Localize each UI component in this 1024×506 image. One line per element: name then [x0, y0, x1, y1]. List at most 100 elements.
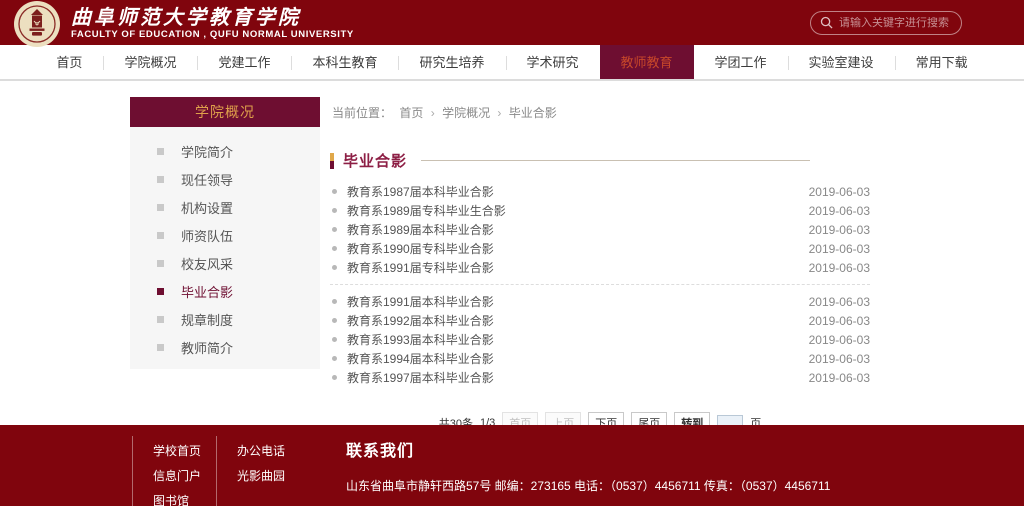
news-date: 2019-06-03 — [809, 185, 870, 199]
news-title[interactable]: 教育系1997届本科毕业合影 — [347, 369, 809, 386]
news-title[interactable]: 教育系1989届本科毕业合影 — [347, 221, 809, 238]
section-accent-bar — [330, 153, 334, 169]
seal-icon — [13, 0, 61, 48]
search-icon — [820, 16, 833, 29]
sidebar: 学院概况 学院简介 现任领导 机构设置 — [130, 97, 320, 369]
dot-bullet-icon — [332, 208, 337, 213]
news-row[interactable]: 教育系1989届专科毕业生合影 2019-06-03 — [330, 201, 870, 220]
dot-bullet-icon — [332, 375, 337, 380]
sidebar-item-label: 规章制度 — [181, 310, 233, 329]
news-title[interactable]: 教育系1989届专科毕业生合影 — [347, 202, 809, 219]
nav-item[interactable]: 教师教育 — [600, 45, 694, 79]
dot-bullet-icon — [332, 265, 337, 270]
site-header: 曲阜师范大学教育学院 FACULTY OF EDUCATION , QUFU N… — [0, 0, 1024, 45]
site-footer: 学校首页 信息门户 图书馆 办公电话 光影曲园 联系我们 山东省曲阜市静轩西路5… — [0, 425, 1024, 506]
dot-bullet-icon — [332, 227, 337, 232]
nav-item[interactable]: 党建工作 — [197, 45, 291, 79]
search-box[interactable] — [810, 11, 962, 35]
news-row[interactable]: 教育系1987届本科毕业合影 2019-06-03 — [330, 182, 870, 201]
dot-bullet-icon — [332, 356, 337, 361]
footer-link[interactable]: 图书馆 — [153, 489, 216, 506]
news-row[interactable]: 教育系1991届本科毕业合影 2019-06-03 — [330, 292, 870, 311]
site-title-cn: 曲阜师范大学教育学院 — [71, 6, 354, 28]
nav-item[interactable]: 研究生培养 — [398, 45, 505, 79]
sidebar-item-label: 现任领导 — [181, 170, 233, 189]
news-group-1: 教育系1987届本科毕业合影 2019-06-03 教育系1989届专科毕业生合… — [330, 182, 870, 277]
square-bullet-icon — [157, 176, 164, 183]
sidebar-item-label: 学院简介 — [181, 142, 233, 161]
sidebar-item-label: 机构设置 — [181, 198, 233, 217]
news-row[interactable]: 教育系1994届本科毕业合影 2019-06-03 — [330, 349, 870, 368]
news-title[interactable]: 教育系1994届本科毕业合影 — [347, 350, 809, 367]
news-row[interactable]: 教育系1997届本科毕业合影 2019-06-03 — [330, 368, 870, 387]
news-title[interactable]: 教育系1987届本科毕业合影 — [347, 183, 809, 200]
square-bullet-icon — [157, 344, 164, 351]
sidebar-item[interactable]: 毕业合影 — [130, 277, 320, 305]
square-bullet-icon — [157, 316, 164, 323]
breadcrumb-separator: › — [497, 106, 501, 120]
footer-link[interactable]: 信息门户 — [153, 464, 216, 489]
news-date: 2019-06-03 — [809, 352, 870, 366]
square-bullet-icon — [157, 288, 164, 295]
sidebar-item[interactable]: 师资队伍 — [130, 221, 320, 249]
nav-item[interactable]: 学院概况 — [103, 45, 197, 79]
news-title[interactable]: 教育系1993届本科毕业合影 — [347, 331, 809, 348]
nav-item[interactable]: 实验室建设 — [788, 45, 895, 79]
sidebar-item[interactable]: 学院简介 — [130, 137, 320, 165]
content-area: 学院概况 学院简介 现任领导 机构设置 — [130, 97, 870, 434]
news-list: 教育系1987届本科毕业合影 2019-06-03 教育系1989届专科毕业生合… — [330, 182, 870, 387]
section-title: 毕业合影 — [343, 150, 407, 171]
sidebar-item-label: 校友风采 — [181, 254, 233, 273]
news-row[interactable]: 教育系1991届专科毕业合影 2019-06-03 — [330, 258, 870, 277]
news-title[interactable]: 教育系1992届本科毕业合影 — [347, 312, 809, 329]
nav-item[interactable]: 学术研究 — [506, 45, 600, 79]
breadcrumb-link-home[interactable]: 首页 — [399, 106, 423, 120]
news-title[interactable]: 教育系1990届专科毕业合影 — [347, 240, 809, 257]
page: 曲阜师范大学教育学院 FACULTY OF EDUCATION , QUFU N… — [0, 0, 1024, 506]
news-row[interactable]: 教育系1989届本科毕业合影 2019-06-03 — [330, 220, 870, 239]
breadcrumb-link-overview[interactable]: 学院概况 — [442, 106, 490, 120]
footer-links-column-2: 办公电话 光影曲园 — [216, 436, 323, 506]
square-bullet-icon — [157, 148, 164, 155]
section-divider-line — [421, 160, 810, 161]
site-title-en: FACULTY OF EDUCATION , QUFU NORMAL UNIVE… — [71, 29, 354, 40]
sidebar-item-label: 教师简介 — [181, 338, 233, 357]
news-date: 2019-06-03 — [809, 204, 870, 218]
news-row[interactable]: 教育系1993届本科毕业合影 2019-06-03 — [330, 330, 870, 349]
section-header: 毕业合影 — [330, 150, 870, 171]
footer-inner: 学校首页 信息门户 图书馆 办公电话 光影曲园 联系我们 山东省曲阜市静轩西路5… — [0, 425, 1024, 506]
news-date: 2019-06-03 — [809, 314, 870, 328]
nav-item[interactable]: 学团工作 — [694, 45, 788, 79]
news-date: 2019-06-03 — [809, 223, 870, 237]
sidebar-item-label: 毕业合影 — [181, 282, 233, 301]
breadcrumb-current: 毕业合影 — [509, 106, 557, 120]
sidebar-menu: 学院简介 现任领导 机构设置 师资队伍 — [130, 127, 320, 369]
main-panel: 当前位置： 首页 › 学院概况 › 毕业合影 毕业合影 教育系19 — [330, 97, 870, 434]
nav-item[interactable]: 首页 — [35, 45, 103, 79]
nav-item[interactable]: 常用下载 — [895, 45, 989, 79]
sidebar-item[interactable]: 现任领导 — [130, 165, 320, 193]
news-title[interactable]: 教育系1991届本科毕业合影 — [347, 293, 809, 310]
news-date: 2019-06-03 — [809, 261, 870, 275]
news-row[interactable]: 教育系1992届本科毕业合影 2019-06-03 — [330, 311, 870, 330]
news-date: 2019-06-03 — [809, 333, 870, 347]
sidebar-item[interactable]: 机构设置 — [130, 193, 320, 221]
sidebar-item[interactable]: 校友风采 — [130, 249, 320, 277]
news-title[interactable]: 教育系1991届专科毕业合影 — [347, 259, 809, 276]
footer-link[interactable]: 光影曲园 — [237, 464, 323, 489]
nav-item[interactable]: 本科生教育 — [291, 45, 398, 79]
search-input[interactable] — [839, 17, 952, 29]
square-bullet-icon — [157, 204, 164, 211]
sidebar-item[interactable]: 规章制度 — [130, 305, 320, 333]
sidebar-title: 学院概况 — [130, 97, 320, 127]
breadcrumb-prefix: 当前位置： — [332, 106, 392, 120]
sidebar-item[interactable]: 教师简介 — [130, 333, 320, 361]
news-date: 2019-06-03 — [809, 242, 870, 256]
footer-link[interactable]: 办公电话 — [237, 439, 323, 464]
footer-link[interactable]: 学校首页 — [153, 439, 216, 464]
footer-links-column-1: 学校首页 信息门户 图书馆 — [132, 436, 216, 506]
news-row[interactable]: 教育系1990届专科毕业合影 2019-06-03 — [330, 239, 870, 258]
news-date: 2019-06-03 — [809, 295, 870, 309]
news-group-2: 教育系1991届本科毕业合影 2019-06-03 教育系1992届本科毕业合影… — [330, 292, 870, 387]
list-group-divider — [330, 284, 870, 285]
